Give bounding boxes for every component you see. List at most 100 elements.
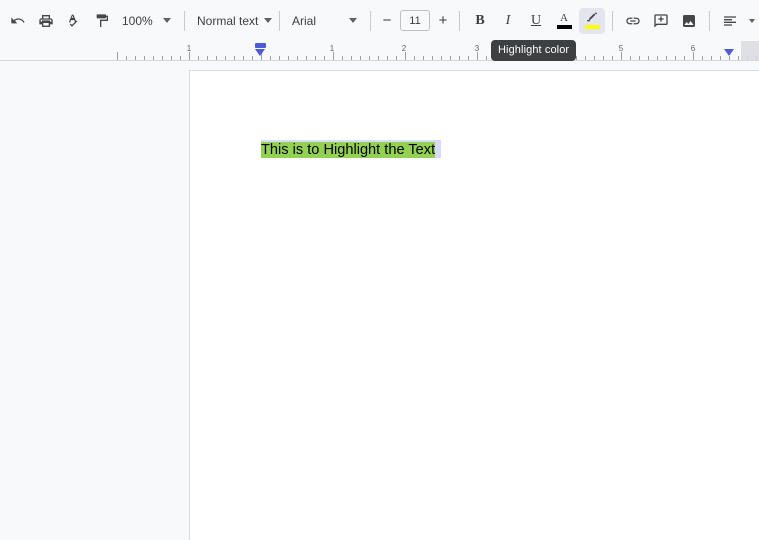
- ruler-tick: [432, 56, 433, 60]
- align-dropdown[interactable]: [745, 8, 759, 34]
- right-indent-marker[interactable]: [723, 49, 734, 56]
- paragraph-style-dropdown[interactable]: Normal text: [191, 8, 273, 34]
- ruler-tick: [315, 56, 316, 60]
- ruler-tick: [153, 56, 154, 60]
- font-family-dropdown[interactable]: Arial: [286, 8, 364, 34]
- ruler-tick: [180, 56, 181, 60]
- ruler-tick: [702, 56, 703, 60]
- first-line-indent-marker[interactable]: [254, 49, 265, 56]
- ruler-tick: [477, 52, 478, 60]
- ruler-number: 1: [329, 44, 335, 53]
- ruler-number: 6: [690, 44, 696, 53]
- underline-icon: U: [530, 12, 542, 28]
- redo-button[interactable]: [5, 8, 31, 34]
- toolbar-separator: [184, 10, 185, 31]
- insert-image-icon: [683, 14, 695, 27]
- align-button[interactable]: [717, 8, 743, 34]
- paragraph-style-value: Normal text: [197, 13, 259, 28]
- ruler-tick: [126, 56, 127, 60]
- ruler-right-margin: [741, 41, 759, 60]
- toolbar-separator: [612, 10, 613, 31]
- ruler-tick: [657, 56, 658, 60]
- document-paragraph[interactable]: This is to Highlight the Text: [261, 142, 436, 159]
- ruler-tick: [603, 56, 604, 60]
- toolbar-separator: [709, 10, 710, 31]
- ruler-tick: [594, 56, 595, 60]
- ruler-tick: [216, 56, 217, 60]
- document-canvas[interactable]: This is to Highlight the Text: [0, 62, 759, 540]
- highlighted-text[interactable]: This is to Highlight the Text: [261, 142, 436, 158]
- ruler-tick: [360, 56, 361, 60]
- ruler-tick: [621, 52, 622, 60]
- ruler-tick: [162, 56, 163, 60]
- ruler-tick: [720, 56, 721, 60]
- ruler-tick: [243, 56, 244, 60]
- ruler-ticks: 1 1 2 3 5 6: [0, 41, 759, 60]
- document-page[interactable]: This is to Highlight the Text: [189, 70, 759, 540]
- ruler-tick: [423, 56, 424, 60]
- ruler-tick: [648, 56, 649, 60]
- ruler-tick: [729, 56, 730, 60]
- zoom-dropdown[interactable]: 100%: [116, 8, 178, 34]
- ruler-tick: [387, 56, 388, 60]
- ruler-tick: [738, 56, 739, 60]
- ruler-tick: [459, 56, 460, 60]
- ruler-tick: [324, 56, 325, 60]
- print-icon: [39, 14, 53, 27]
- ruler-number: 3: [474, 44, 480, 53]
- ruler-tick: [666, 56, 667, 60]
- horizontal-ruler[interactable]: 1 1 2 3 5 6: [0, 41, 759, 61]
- highlight-color-button[interactable]: [579, 7, 605, 34]
- chevron-down-icon: [264, 18, 273, 23]
- ruler-tick: [135, 56, 136, 60]
- spellcheck-icon: [68, 14, 78, 27]
- bold-button[interactable]: B: [467, 8, 493, 34]
- ruler-tick: [270, 56, 271, 60]
- increase-font-size-button[interactable]: +: [433, 10, 453, 32]
- insert-image-button[interactable]: [676, 8, 702, 34]
- ruler-tick: [405, 52, 406, 60]
- google-docs-editor: 100% Normal text Arial − 11 + B I U A 1 …: [0, 0, 759, 540]
- paint-format-button[interactable]: [89, 8, 115, 34]
- ruler-tick: [117, 52, 118, 60]
- toolbar-separator: [370, 10, 371, 31]
- text-color-swatch: [556, 24, 572, 29]
- left-indent-marker[interactable]: [254, 43, 266, 48]
- underline-button[interactable]: U: [523, 8, 549, 34]
- ruler-tick: [675, 56, 676, 60]
- text-color-a-icon: A: [560, 11, 568, 24]
- ruler-tick: [468, 56, 469, 60]
- ruler-tick: [189, 52, 190, 60]
- font-size-input[interactable]: 11: [400, 10, 430, 31]
- ruler-tick: [450, 56, 451, 60]
- print-button[interactable]: [33, 8, 59, 34]
- insert-link-button[interactable]: [620, 8, 646, 34]
- add-comment-button[interactable]: [648, 8, 674, 34]
- ruler-number: 2: [401, 44, 407, 53]
- redo-icon: [11, 16, 25, 23]
- ruler-tick: [369, 56, 370, 60]
- highlight-color-swatch: [584, 25, 600, 29]
- bold-icon: B: [475, 12, 485, 28]
- italic-button[interactable]: I: [495, 8, 521, 34]
- ruler-tick: [225, 56, 226, 60]
- zoom-value: 100%: [122, 13, 153, 28]
- ruler-tick: [711, 56, 712, 60]
- ruler-tick: [207, 56, 208, 60]
- ruler-tick: [396, 56, 397, 60]
- decrease-font-size-button[interactable]: −: [377, 10, 397, 32]
- ruler-tick: [378, 56, 379, 60]
- ruler-tick: [414, 56, 415, 60]
- toolbar: 100% Normal text Arial − 11 + B I U A: [0, 0, 759, 41]
- ruler-tick: [351, 56, 352, 60]
- font-family-value: Arial: [292, 13, 317, 28]
- tooltip-highlight-color: Highlight color: [491, 40, 577, 61]
- ruler-tick: [486, 56, 487, 60]
- ruler-tick: [684, 56, 685, 60]
- ruler-number: 5: [618, 44, 624, 53]
- ruler-tick: [693, 52, 694, 60]
- ruler-tick: [612, 56, 613, 60]
- ruler-tick: [288, 56, 289, 60]
- spellcheck-button[interactable]: [61, 8, 87, 34]
- text-color-button[interactable]: A: [551, 8, 577, 34]
